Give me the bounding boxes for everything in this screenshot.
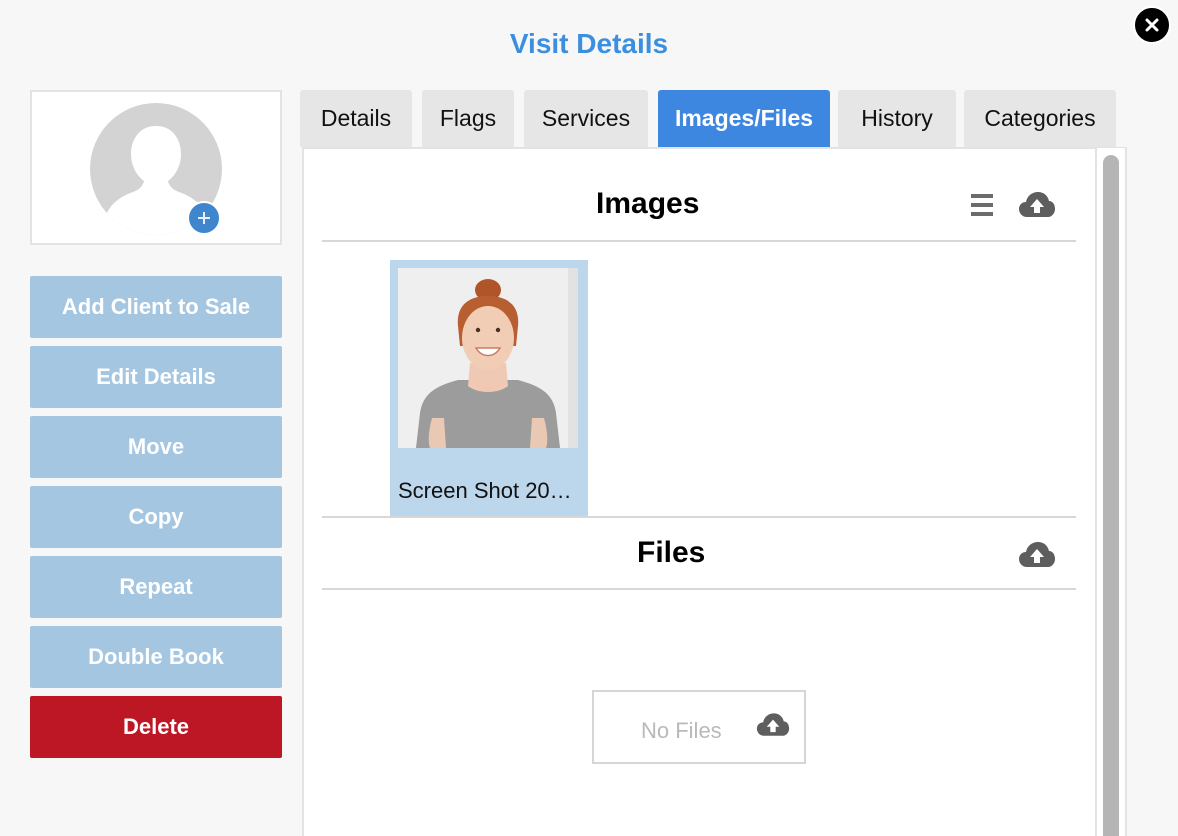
no-files-upload-box[interactable]: No Files [592,690,806,764]
client-avatar [30,90,282,245]
tab-history[interactable]: History [838,90,956,147]
close-button[interactable] [1133,6,1171,44]
list-view-button[interactable] [969,192,997,223]
photo-of-smiling-woman [398,268,578,448]
delete-button[interactable]: Delete [30,696,282,758]
edit-details-button[interactable]: Edit Details [30,346,282,408]
close-icon [1145,18,1159,32]
tab-details[interactable]: Details [300,90,412,147]
dialog-title: Visit Details [509,28,669,59]
tab-flags[interactable]: Flags [422,90,514,147]
files-top-divider [322,516,1076,518]
cloud-upload-icon [1019,192,1055,217]
repeat-button[interactable]: Repeat [30,556,282,618]
add-photo-button[interactable] [187,201,221,235]
upload-image-button[interactable] [1018,191,1056,224]
images-section-title: Images [596,187,700,220]
cloud-upload-icon [1019,542,1055,567]
image-thumbnail-card[interactable]: Screen Shot 20… [390,260,588,518]
list-icon [971,194,993,216]
upload-file-button[interactable] [1018,541,1056,574]
images-divider [322,240,1076,242]
image-caption: Screen Shot 20… [398,478,572,503]
tab-categories[interactable]: Categories [964,90,1116,147]
files-divider [322,588,1076,590]
no-files-label: No Files [641,718,722,743]
image-thumbnail [398,268,578,448]
double-book-button[interactable]: Double Book [30,626,282,688]
move-button[interactable]: Move [30,416,282,478]
files-section-title: Files [637,536,706,569]
tab-services[interactable]: Services [524,90,648,147]
tab-images-files[interactable]: Images/Files [658,90,830,147]
cloud-upload-icon [756,713,790,736]
add-client-to-sale-button[interactable]: Add Client to Sale [30,276,282,338]
copy-button[interactable]: Copy [30,486,282,548]
plus-icon [198,212,210,224]
scrollbar-thumb[interactable] [1103,155,1119,836]
